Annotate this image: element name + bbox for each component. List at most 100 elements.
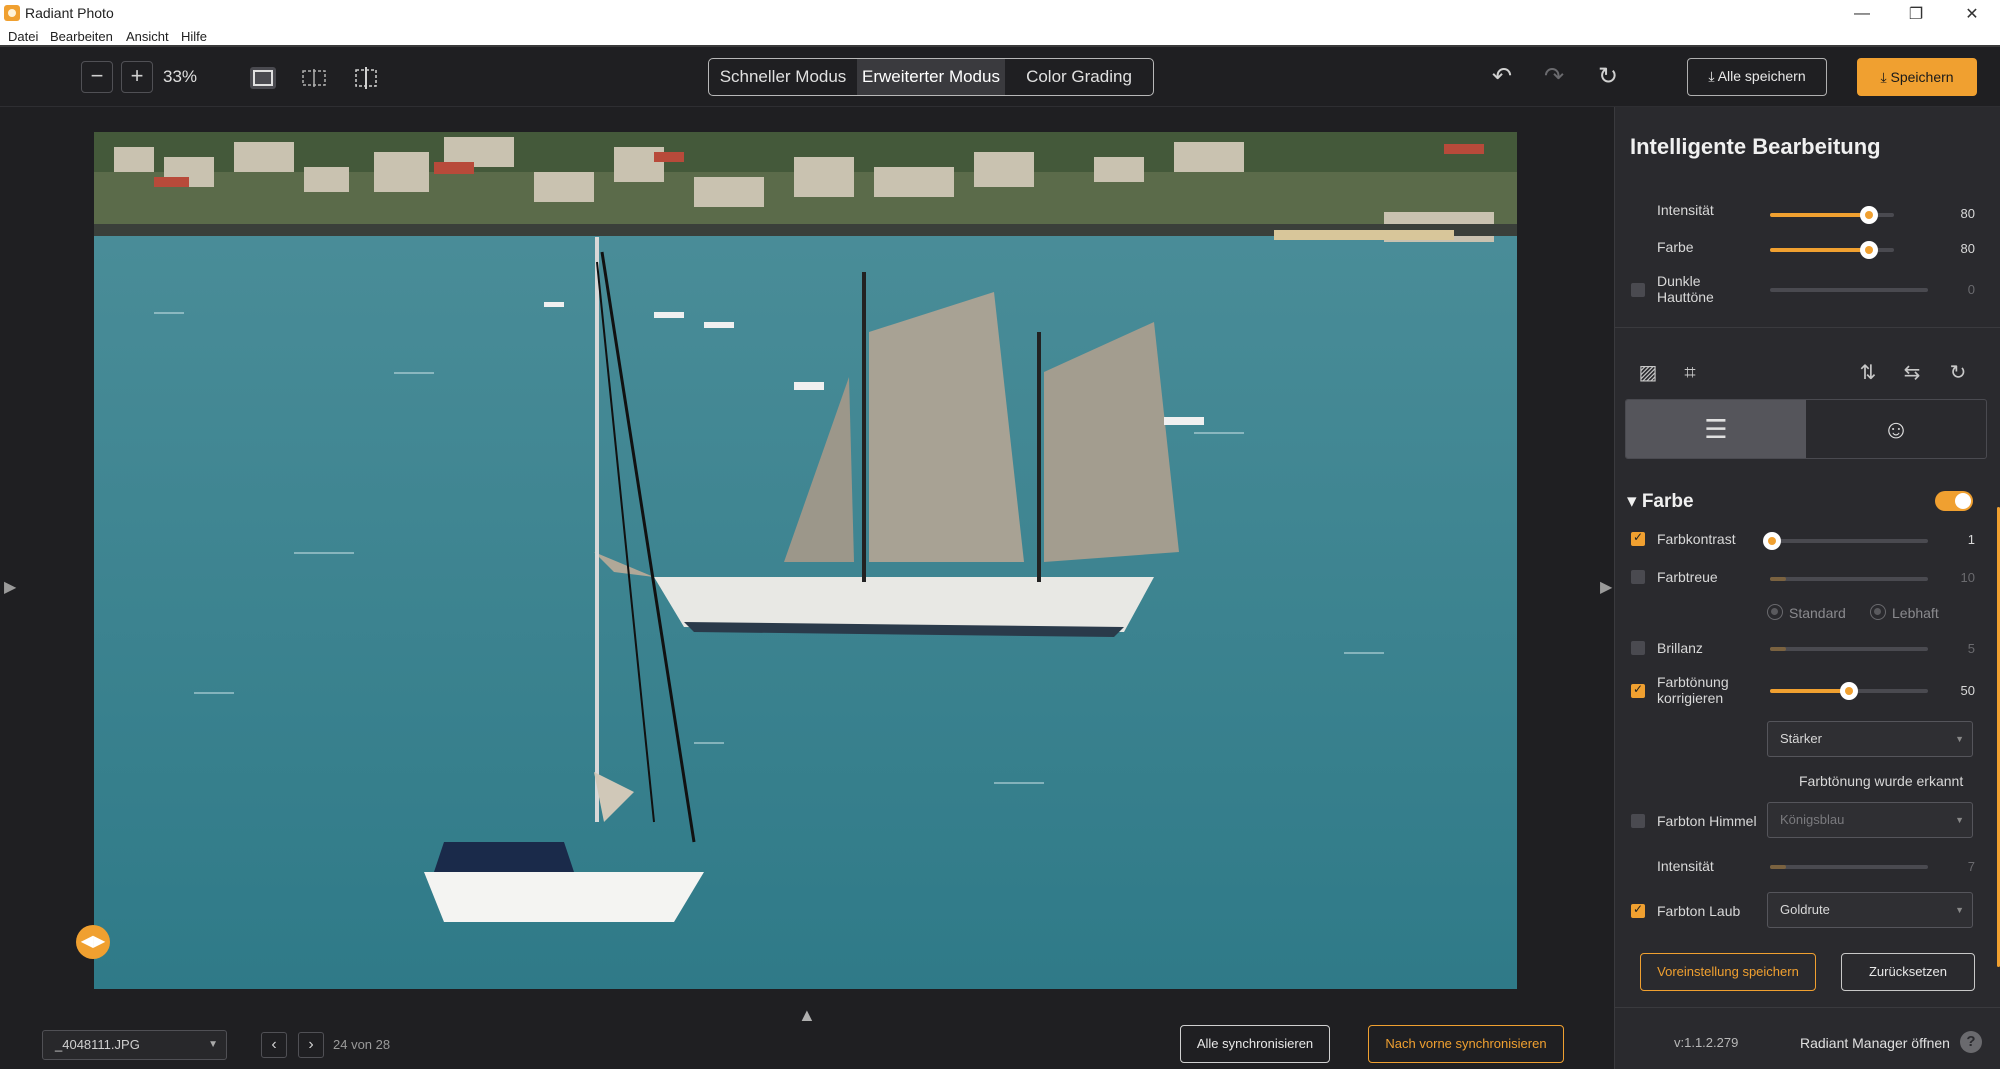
panel-title: Intelligente Bearbeitung [1630,134,1881,159]
split-view-icon[interactable] [300,66,328,90]
flip-vertical-icon[interactable]: ⇅ [1855,360,1881,386]
dark-skin-value: 0 [1967,282,1975,297]
tab-schneller-modus[interactable]: Schneller Modus [709,59,857,95]
staerke-dropdown[interactable]: Stärker ▼ [1767,721,1973,757]
next-image-button[interactable]: › [298,1032,324,1058]
save-preset-button[interactable]: Voreinstellung speichern [1640,953,1816,991]
single-view-icon[interactable] [249,66,277,90]
dark-skin-checkbox[interactable] [1631,283,1645,297]
reset-button[interactable]: Zurücksetzen [1841,953,1975,991]
undo-icon[interactable]: ↶ [1488,63,1516,91]
chevron-down-icon: ▼ [1955,734,1964,744]
menu-hilfe[interactable]: Hilfe [181,29,207,44]
compare-slider-handle[interactable]: ◀▶ [76,925,110,959]
divider [1615,1007,2000,1008]
compare-view-icon[interactable] [352,66,380,90]
laub-checkbox[interactable] [1631,902,1645,918]
farbtoenung-slider[interactable] [1770,682,1928,700]
file-selector[interactable]: _4048111.JPG ▼ [42,1030,227,1060]
flip-horizontal-icon[interactable]: ⇆ [1899,360,1925,386]
farbkontrast-checkbox[interactable] [1631,530,1645,546]
slider-knob[interactable] [1860,241,1879,259]
zoom-level: 33% [163,67,198,86]
farbkontrast-label: Farbkontrast [1657,531,1736,547]
radio-standard[interactable] [1767,604,1783,620]
sync-forward-button[interactable]: Nach vorne synchronisieren [1368,1025,1564,1063]
save-button[interactable]: ⤓ Speichern [1857,58,1977,96]
himmel-checkbox[interactable] [1631,814,1645,828]
farbe-value: 80 [1960,241,1975,256]
brillanz-slider[interactable] [1770,647,1928,651]
expand-filmstrip-icon[interactable]: ▲ [798,1005,816,1026]
slider-knob[interactable] [1762,532,1781,550]
download-icon: ⤓ [1708,68,1718,84]
menu-bearbeiten[interactable]: Bearbeiten [50,29,113,44]
menu-bar: Datei Bearbeiten Ansicht Hilfe [0,27,2000,47]
maximize-icon[interactable]: ❐ [1888,0,1944,27]
intensitaet2-label: Intensität [1657,858,1714,874]
detection-note: Farbtönung wurde erkannt [1799,773,1964,789]
open-manager-link[interactable]: Radiant Manager öffnen [1800,1035,1950,1051]
slider-knob[interactable] [1840,682,1858,700]
mode-switcher: Schneller Modus Erweiterter Modus Color … [708,58,1154,96]
canvas-area: ▶ ▶ ◀▶ ▲ _4048111.JPG ▼ ‹ › 24 von 28 Al… [0,107,1614,1069]
farbtreue-checkbox[interactable] [1631,570,1645,584]
title-bar: Radiant Photo — ❐ ✕ [0,0,2000,27]
collapse-triangle-icon: ▾ [1627,491,1642,512]
farbe-toggle[interactable] [1935,491,1973,511]
farbtreue-value: 10 [1960,570,1975,585]
himmel-label: Farbton Himmel [1657,813,1757,829]
slider-knob[interactable] [1860,206,1879,224]
reset-icon[interactable]: ↻ [1594,63,1622,91]
panel-tabs: ☰ ☺ [1625,399,1987,459]
brillanz-label: Brillanz [1657,640,1703,656]
image-icon[interactable]: ▨ [1635,360,1661,386]
tab-adjustments[interactable]: ☰ [1626,400,1806,458]
menu-datei[interactable]: Datei [8,29,38,44]
sliders-icon: ☰ [1704,414,1728,444]
crop-icon[interactable]: ⌗ [1677,360,1703,386]
tab-color-grading[interactable]: Color Grading [1005,59,1153,95]
brillanz-checkbox[interactable] [1631,641,1645,655]
intensitaet2-value: 7 [1967,859,1975,874]
chevron-down-icon: ▼ [1955,905,1964,915]
tab-erweiterter-modus[interactable]: Erweiterter Modus [857,59,1005,95]
farbe-slider[interactable] [1770,241,1894,259]
toolbar: − + 33% Schneller Modus Erweiterter Modu… [0,47,2000,107]
zoom-in-button[interactable]: + [121,61,153,93]
redo-icon[interactable]: ↷ [1540,63,1568,91]
expand-left-icon[interactable]: ▶ [4,577,16,597]
himmel-dropdown[interactable]: Königsblau ▼ [1767,802,1973,838]
radio-lebhaft[interactable] [1870,604,1886,620]
farbtoenung-value: 50 [1960,683,1975,698]
tab-portrait[interactable]: ☺ [1806,400,1986,458]
farbtreue-label: Farbtreue [1657,569,1718,585]
section-farbe[interactable]: ▾ Farbe [1627,490,1694,513]
dark-skin-slider[interactable] [1770,288,1928,292]
close-icon[interactable]: ✕ [1944,0,2000,27]
sync-all-button[interactable]: Alle synchronisieren [1180,1025,1330,1063]
laub-dropdown[interactable]: Goldrute ▼ [1767,892,1973,928]
sailboats-photo [94,132,1517,989]
save-all-button[interactable]: ⤓ Alle speichern [1687,58,1827,96]
farbtoenung-checkbox[interactable] [1631,682,1645,698]
farbtreue-slider[interactable] [1770,577,1928,581]
dark-skin-label: Dunkle Hauttöne [1657,273,1714,305]
prev-image-button[interactable]: ‹ [261,1032,287,1058]
radio-standard-label: Standard [1789,605,1846,621]
help-icon[interactable]: ? [1960,1031,1982,1053]
farbkontrast-slider[interactable] [1762,532,1928,550]
chevron-down-icon: ▼ [208,1039,218,1050]
minimize-icon[interactable]: — [1834,0,1890,27]
portrait-icon: ☺ [1882,414,1910,444]
menu-ansicht[interactable]: Ansicht [126,29,169,44]
intensity-label: Intensität [1657,202,1714,218]
expand-right-icon[interactable]: ▶ [1600,577,1612,597]
rotate-icon[interactable]: ↻ [1945,360,1971,386]
window-title: Radiant Photo [25,5,114,21]
intensity-slider[interactable] [1770,206,1894,224]
photo-preview[interactable] [94,132,1517,989]
zoom-out-button[interactable]: − [81,61,113,93]
intensitaet2-slider[interactable] [1770,865,1928,869]
intensity-value: 80 [1960,206,1975,221]
